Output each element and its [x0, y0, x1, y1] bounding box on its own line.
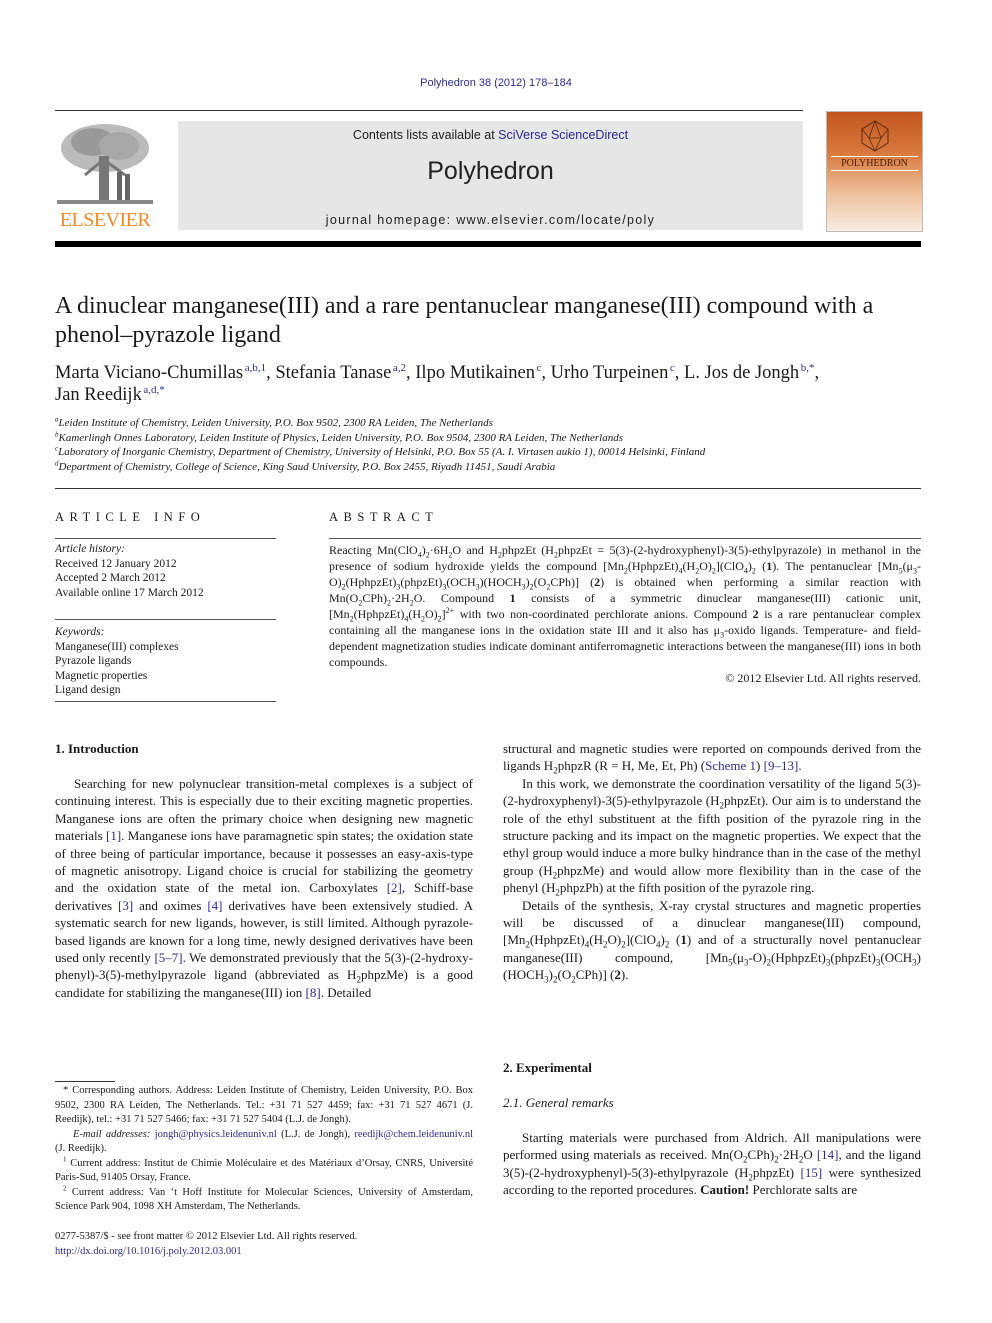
article-title: A dinuclear manganese(III) and a rare pe… [55, 293, 874, 348]
email-link[interactable]: reedijk@chem.leidenuniv.nl [354, 1129, 473, 1140]
body-paragraph: structural and magnetic studies were rep… [503, 741, 921, 776]
author-list: Marta Viciano-Chumillas a,b,1, Stefania … [55, 362, 925, 406]
masthead-rule [55, 241, 921, 247]
footnote-rule [55, 1081, 115, 1082]
history-online: Available online 17 March 2012 [55, 586, 204, 599]
author-separator: , [814, 363, 820, 383]
caution-label: Caution! [700, 1182, 750, 1198]
author-separator: , [674, 363, 685, 383]
abstract-copyright: © 2012 Elsevier Ltd. All rights reserved… [725, 671, 921, 685]
citation-link[interactable]: [1] [106, 828, 121, 843]
citation-link[interactable]: [4] [207, 898, 222, 913]
journal-masthead: Contents lists available at SciVerse Sci… [178, 121, 803, 230]
author-affiliation-marks[interactable]: b,* [801, 362, 815, 374]
history-label: Article history: [55, 543, 125, 555]
author-name: Ilpo Mutikainen [415, 363, 535, 383]
affiliation-list: aLeiden Institute of Chemistry, Leiden U… [55, 416, 925, 474]
experimental-column: Starting materials were purchased from A… [503, 1129, 921, 1199]
author-name: Marta Viciano-Chumillas [55, 363, 244, 383]
section-heading-experimental: 2. Experimental [503, 1060, 592, 1075]
email-link[interactable]: jongh@physics.leidenuniv.nl [155, 1129, 277, 1140]
section-heading-introduction: 1. Introduction [55, 741, 139, 756]
right-column: structural and magnetic studies were rep… [503, 740, 921, 984]
contents-prefix: Contents lists available at [352, 128, 499, 142]
abstract-text: Reacting Mn(ClO4)2·6H2O and H2phpzEt (H2… [329, 542, 921, 686]
doi-link[interactable]: http://dx.doi.org/10.1016/j.poly.2012.03… [55, 1246, 242, 1257]
keyword-item: Manganese(III) complexes [55, 640, 179, 653]
front-matter-copyright: 0277-5387/$ - see front matter © 2012 El… [55, 1231, 358, 1242]
author-name: L. Jos de Jongh [684, 363, 800, 383]
header-rule [55, 110, 803, 111]
info-rule [55, 701, 276, 702]
affiliation-text: Kamerlingh Onnes Laboratory, Leiden Inst… [58, 431, 624, 444]
footnote-1: 1 Current address: Institut de Chimie Mo… [55, 1155, 473, 1184]
abstract-paragraph: Reacting Mn(ClO4)2·6H2O and H2phpzEt (H2… [329, 543, 922, 669]
citation-link[interactable]: [8] [306, 985, 321, 1000]
affiliation-item: bKamerlingh Onnes Laboratory, Leiden Ins… [55, 430, 925, 446]
info-rule [55, 619, 276, 620]
article-info-heading: ARTICLE INFO [55, 510, 206, 524]
author-affiliation-marks[interactable]: a,2 [393, 362, 406, 374]
citation-link[interactable]: [14] [817, 1147, 839, 1162]
subsection-heading-general-remarks: 2.1. General remarks [503, 1095, 614, 1110]
affiliation-text: Department of Chemistry, College of Scie… [58, 460, 556, 473]
citation-link[interactable]: [15] [801, 1165, 823, 1180]
contents-availability: Contents lists available at SciVerse Sci… [178, 128, 803, 142]
sciencedirect-link[interactable]: SciVerse ScienceDirect [498, 128, 628, 142]
info-rule [55, 538, 276, 539]
journal-cover-thumbnail[interactable]: POLYHEDRON [826, 111, 923, 232]
body-paragraph: Searching for new polynuclear transition… [55, 776, 474, 1000]
author-separator: , [541, 363, 551, 383]
author-name: Jan Reedijk [55, 385, 142, 405]
author-affiliation-marks[interactable]: a,d,* [143, 384, 164, 396]
email-label: E-mail addresses: [73, 1128, 151, 1140]
abstract-rule [329, 538, 921, 539]
polyhedron-icon [861, 120, 889, 152]
scheme-link[interactable]: Scheme 1 [705, 758, 756, 773]
article-history: Article history: Received 12 January 201… [55, 542, 276, 600]
citation-link[interactable]: [3] [118, 898, 133, 913]
elsevier-wordmark: ELSEVIER [59, 209, 151, 231]
footnotes: * Corresponding authors. Address: Leiden… [55, 1084, 473, 1215]
cover-title: POLYHEDRON [831, 156, 918, 171]
front-matter: 0277-5387/$ - see front matter © 2012 El… [55, 1230, 473, 1259]
affiliation-item: cLaboratory of Inorganic Chemistry, Depa… [55, 445, 925, 460]
citation-link[interactable]: [5–7] [154, 950, 182, 965]
keywords: Keywords: Manganese(III) complexes Pyraz… [55, 625, 276, 698]
footnote-emails: E-mail addresses: jongh@physics.leidenun… [55, 1128, 473, 1155]
journal-title: Polyhedron [427, 157, 554, 185]
citation-link[interactable]: [9–13] [764, 758, 799, 773]
keywords-label: Keywords: [55, 626, 105, 638]
footnote-corresponding: * Corresponding authors. Address: Leiden… [55, 1085, 473, 1125]
introduction-column: Searching for new polynuclear transition… [55, 775, 473, 1001]
author-separator: , [406, 363, 416, 383]
history-accepted: Accepted 2 March 2012 [55, 572, 166, 584]
author-name: Stefania Tanase [275, 363, 392, 383]
elsevier-logo[interactable]: ELSEVIER [55, 120, 155, 232]
body-paragraph: In this work, we demonstrate the coordin… [503, 775, 921, 898]
citation-link[interactable]: [2] [387, 880, 402, 895]
keyword-item: Magnetic properties [55, 669, 148, 682]
elsevier-tree-icon [55, 120, 155, 208]
body-paragraph: Starting materials were purchased from A… [503, 1130, 922, 1198]
affiliation-text: Laboratory of Inorganic Chemistry, Depar… [58, 446, 706, 458]
history-received: Received 12 January 2012 [55, 557, 177, 570]
keyword-item: Pyrazole ligands [55, 655, 132, 667]
footnote-2: 2 Current address: Van ‘t Hoff Institute… [55, 1184, 473, 1213]
keyword-item: Ligand design [55, 684, 121, 696]
abstract-heading: ABSTRACT [329, 510, 439, 524]
journal-homepage[interactable]: journal homepage: www.elsevier.com/locat… [178, 213, 803, 227]
journal-reference-link[interactable]: Polyhedron 38 (2012) 178–184 [0, 77, 992, 89]
affiliation-text: Leiden Institute of Chemistry, Leiden Un… [58, 417, 493, 429]
affiliation-item: aLeiden Institute of Chemistry, Leiden U… [55, 416, 925, 431]
affiliation-item: dDepartment of Chemistry, College of Sci… [55, 459, 925, 475]
body-paragraph: Details of the synthesis, X-ray crystal … [503, 897, 921, 985]
author-name: Urho Turpeinen [550, 363, 669, 383]
author-separator: , [266, 363, 276, 383]
author-affiliation-marks[interactable]: a,b,1 [245, 362, 266, 374]
section-rule [55, 488, 921, 489]
